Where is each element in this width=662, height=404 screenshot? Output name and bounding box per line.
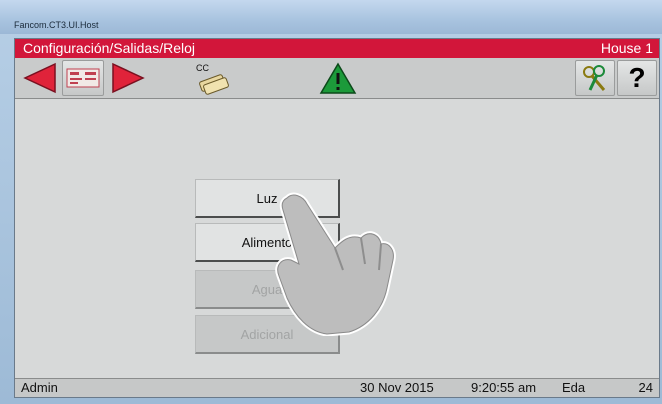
status-code: Eda <box>562 380 586 395</box>
window-title: Fancom.CT3.UI.Host <box>14 20 99 30</box>
arrow-right-icon <box>112 62 145 94</box>
arrow-left-icon <box>23 62 56 94</box>
keyboard-button[interactable] <box>62 60 104 96</box>
header-bar: Configuración/Salidas/Reloj House 1 <box>15 39 659 58</box>
breadcrumb: Configuración/Salidas/Reloj <box>23 40 195 56</box>
help-button[interactable]: ? <box>617 60 657 96</box>
house-label[interactable]: House 1 <box>601 39 653 58</box>
toolbar: CC ? <box>15 58 659 99</box>
copy-icon: CC <box>196 63 229 95</box>
status-number: 24 <box>638 380 653 395</box>
help-icon: ? <box>628 62 646 93</box>
status-user: Admin <box>21 380 58 395</box>
cc-label: CC <box>196 63 209 73</box>
status-date: 30 Nov 2015 <box>360 380 434 395</box>
keys-icon <box>583 65 606 91</box>
next-button[interactable] <box>107 60 147 96</box>
previous-button[interactable] <box>21 60 61 96</box>
copy-button[interactable]: CC <box>192 60 232 96</box>
login-keys-button[interactable] <box>575 60 615 96</box>
pointing-hand-icon <box>275 192 396 336</box>
status-bar: Admin 30 Nov 2015 9:20:55 am Eda 24 <box>15 378 659 397</box>
warning-icon <box>319 62 357 94</box>
status-time: 9:20:55 am <box>471 380 537 395</box>
keyboard-icon <box>66 68 100 88</box>
application-window: Fancom.CT3.UI.Host Configuración/Salidas… <box>0 0 662 404</box>
alarm-button[interactable] <box>318 60 358 96</box>
window-titlebar: Fancom.CT3.UI.Host <box>0 0 662 34</box>
